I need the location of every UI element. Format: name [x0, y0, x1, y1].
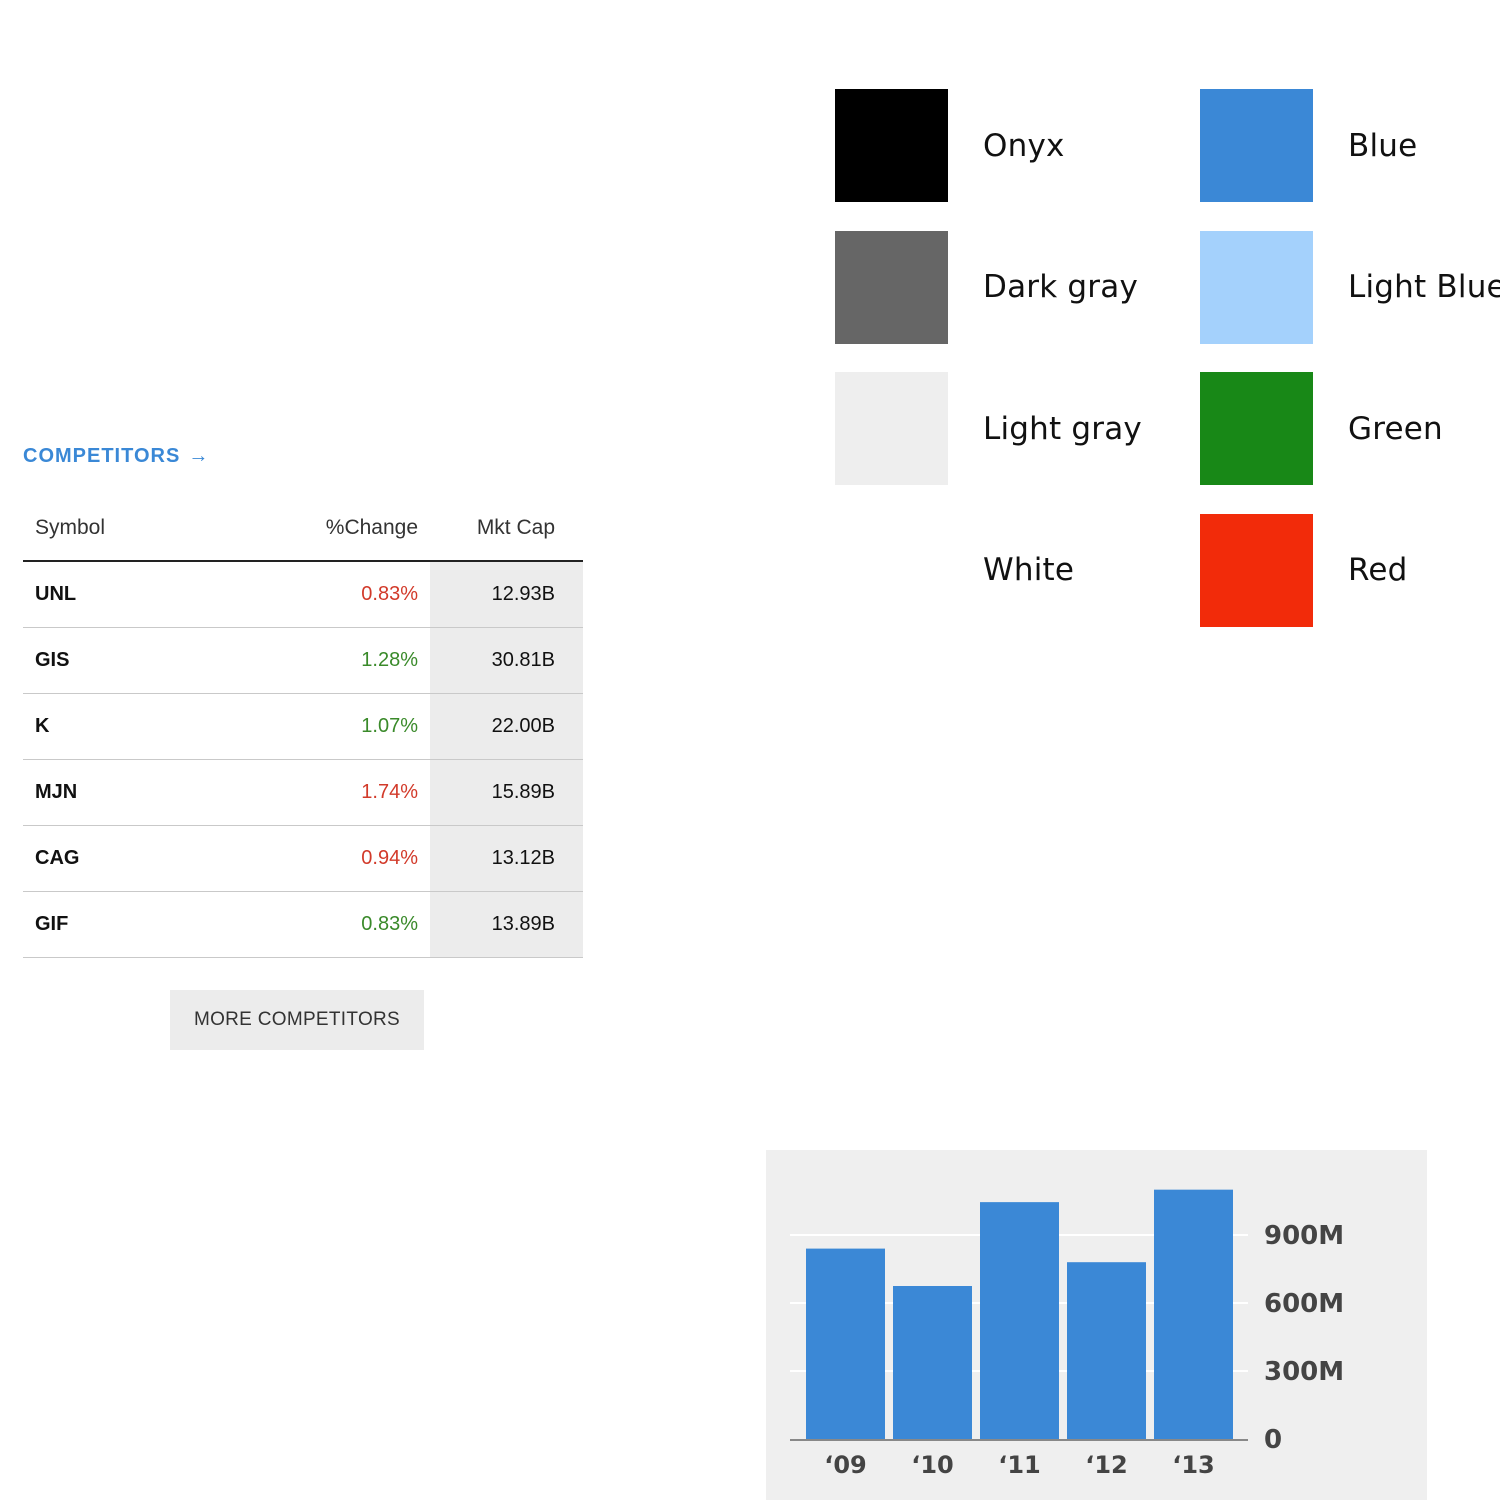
competitors-link-label: COMPETITORS: [23, 445, 181, 467]
cell-symbol: MJN: [23, 759, 205, 826]
x-tick-label: ‘11: [998, 1451, 1041, 1479]
y-tick-label: 300M: [1264, 1357, 1344, 1387]
table-row[interactable]: K 1.07% 22.00B: [23, 693, 583, 760]
cell-mkt-cap: 15.89B: [430, 759, 583, 826]
color-swatch: [835, 89, 948, 202]
swatch-label: Light gray: [983, 410, 1142, 447]
swatch-label: Onyx: [983, 127, 1065, 164]
swatch-item: Light gray: [835, 372, 1142, 485]
swatch-item: Dark gray: [835, 230, 1138, 344]
x-tick-label: ‘12: [1085, 1451, 1128, 1479]
bar[interactable]: [1067, 1262, 1146, 1439]
swatch-item: Green: [1200, 372, 1443, 485]
cell-mkt-cap: 13.12B: [430, 825, 583, 892]
swatch-item: Blue: [1200, 89, 1417, 202]
cell-mkt-cap: 30.81B: [430, 627, 583, 694]
header-change: %Change: [205, 496, 430, 562]
swatch-item: Red: [1200, 513, 1408, 627]
bar[interactable]: [980, 1202, 1059, 1439]
x-tick-label: ‘13: [1172, 1451, 1215, 1479]
swatch-item: White: [835, 513, 1075, 627]
bar[interactable]: [893, 1286, 972, 1439]
table-row[interactable]: UNL 0.83% 12.93B: [23, 561, 583, 628]
y-tick-label: 0: [1264, 1425, 1282, 1455]
color-swatch: [1200, 230, 1313, 344]
cell-symbol: UNL: [23, 561, 205, 628]
cell-mkt-cap: 22.00B: [430, 693, 583, 760]
color-swatch: [1200, 513, 1313, 627]
cell-change: 0.83%: [205, 891, 430, 958]
bar[interactable]: [806, 1248, 885, 1439]
cell-symbol: CAG: [23, 825, 205, 892]
swatch-label: White: [983, 552, 1075, 588]
swatch-label: Light Blue: [1348, 269, 1500, 305]
color-swatch: [835, 230, 948, 344]
cell-change: 1.74%: [205, 759, 430, 826]
swatch-label: Blue: [1348, 127, 1418, 164]
color-swatch: [835, 513, 948, 627]
color-swatch: [835, 372, 948, 485]
cell-change: 0.94%: [205, 825, 430, 892]
cell-mkt-cap: 13.89B: [430, 891, 583, 958]
table-row[interactable]: GIS 1.28% 30.81B: [23, 627, 583, 694]
x-tick-label: ‘10: [911, 1451, 954, 1479]
cell-symbol: K: [23, 693, 205, 760]
cell-symbol: GIF: [23, 891, 205, 958]
y-tick-label: 600M: [1264, 1289, 1344, 1319]
table-row[interactable]: CAG 0.94% 13.12B: [23, 825, 583, 892]
table-row[interactable]: GIF 0.83% 13.89B: [23, 891, 583, 958]
bar[interactable]: [1154, 1189, 1233, 1439]
table-header-row: Symbol %Change Mkt Cap: [23, 496, 583, 562]
swatch-label: Green: [1348, 410, 1443, 447]
swatch-item: Light Blue: [1200, 230, 1500, 344]
header-mkt-cap: Mkt Cap: [430, 496, 583, 562]
revenue-bar-chart: ‘09 ‘10 ‘11 ‘12 ‘13 0 300M 600M 900M: [766, 1150, 1427, 1500]
swatch-label: Dark gray: [983, 269, 1138, 305]
swatch-label: Red: [1348, 552, 1408, 588]
swatch-item: Onyx: [835, 89, 1065, 202]
competitors-link[interactable]: COMPETITORS →: [23, 445, 209, 468]
arrow-right-icon: →: [188, 445, 210, 467]
competitors-widget: COMPETITORS → Symbol %Change Mkt Cap UNL 0…: [23, 445, 583, 958]
more-competitors-button[interactable]: MORE COMPETITORS: [170, 990, 424, 1050]
cell-change: 1.28%: [205, 627, 430, 694]
header-symbol: Symbol: [23, 496, 205, 562]
color-swatch: [1200, 89, 1313, 202]
competitors-table: Symbol %Change Mkt Cap UNL 0.83% 12.93B GIS…: [23, 496, 583, 958]
cell-mkt-cap: 12.93B: [430, 561, 583, 628]
x-tick-label: ‘09: [824, 1451, 867, 1479]
cell-change: 0.83%: [205, 561, 430, 628]
y-tick-label: 900M: [1264, 1221, 1344, 1251]
cell-symbol: GIS: [23, 627, 205, 694]
chart-svg: ‘09 ‘10 ‘11 ‘12 ‘13 0 300M 600M 900M: [790, 1189, 1344, 1479]
color-palette: Onyx Dark gray Light gray White Blue Light Bl…: [835, 89, 1500, 629]
table-row[interactable]: MJN 1.74% 15.89B: [23, 759, 583, 826]
color-swatch: [1200, 372, 1313, 485]
cell-change: 1.07%: [205, 693, 430, 760]
